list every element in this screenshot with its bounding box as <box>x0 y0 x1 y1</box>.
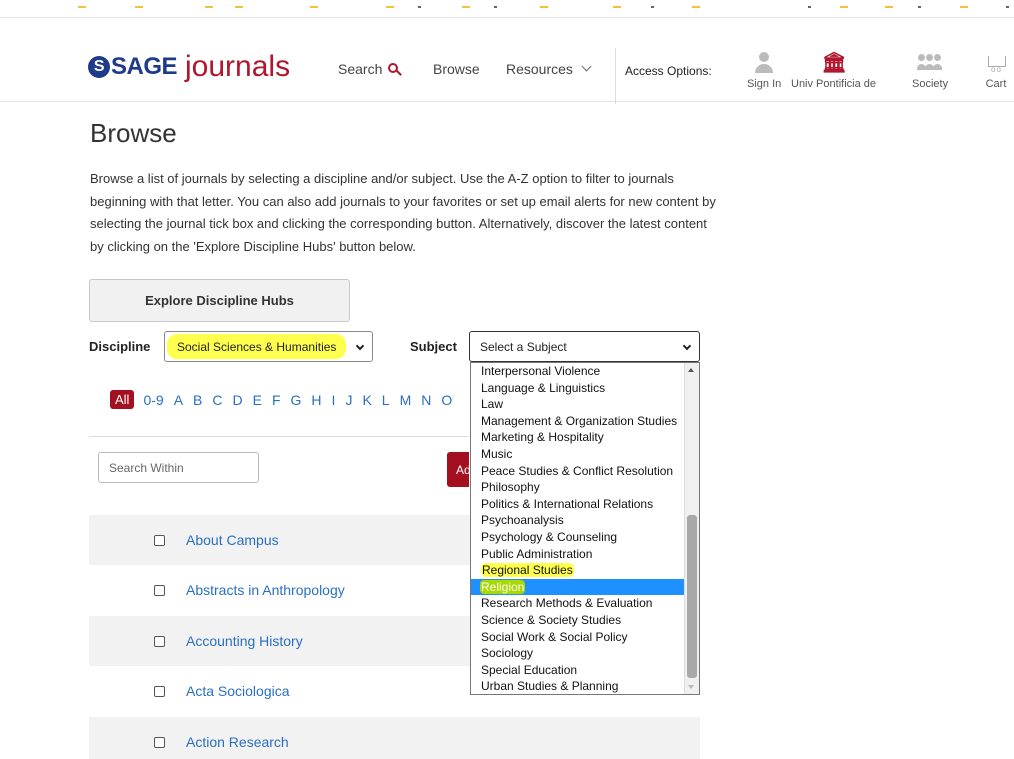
az-letter[interactable]: N <box>421 392 431 408</box>
az-letter[interactable]: B <box>193 392 202 408</box>
nav-search-label: Search <box>338 61 383 77</box>
journal-link[interactable]: Action Research <box>186 734 289 750</box>
journal-row: Action Research <box>89 717 700 759</box>
subject-option[interactable]: Social Work & Social Policy <box>471 629 685 646</box>
az-letter[interactable]: I <box>332 392 336 408</box>
top-progress-strip <box>0 0 1014 18</box>
az-letter[interactable]: K <box>362 392 371 408</box>
society-button[interactable]: Society <box>912 52 948 90</box>
journal-checkbox[interactable] <box>154 584 165 596</box>
sign-in-button[interactable]: Sign In <box>747 52 781 90</box>
dropdown-scrollbar[interactable] <box>684 363 699 694</box>
az-filter: All 0-9 A B C D E F G H I J K L M N O <box>110 390 462 409</box>
subject-option[interactable]: Music <box>471 446 685 463</box>
add-button[interactable]: Ad <box>447 452 469 487</box>
cart-icon <box>985 52 1007 74</box>
scroll-up-arrow-icon[interactable] <box>688 368 694 372</box>
az-letter[interactable]: E <box>253 392 262 408</box>
sign-in-label: Sign In <box>747 78 782 90</box>
logo-sage-text: SAGE <box>111 53 178 80</box>
az-letter[interactable]: A <box>174 392 183 408</box>
institution-label: Univ Pontificia de <box>791 78 876 90</box>
nav-browse-label: Browse <box>433 61 480 77</box>
subject-option[interactable]: Marketing & Hospitality <box>471 429 685 446</box>
scrollbar-thumb[interactable] <box>687 515 697 678</box>
divider <box>89 436 469 437</box>
regional-studies-mark: Regional Studies <box>481 563 574 578</box>
subject-option-regional-studies[interactable]: Regional Studies <box>471 562 685 579</box>
subject-option[interactable]: Psychology & Counseling <box>471 529 685 546</box>
user-icon <box>752 52 776 74</box>
religion-mark: Religion <box>480 579 526 594</box>
chevron-down-icon <box>355 341 365 351</box>
header-divider <box>615 48 616 104</box>
search-icon <box>388 63 399 73</box>
journal-checkbox[interactable] <box>154 635 165 647</box>
access-options-label: Access Options: <box>625 64 712 78</box>
az-letter[interactable]: O <box>441 392 452 408</box>
subject-option[interactable]: Language & Linguistics <box>471 380 685 397</box>
chevron-down-icon <box>682 341 692 351</box>
intro-text: Browse a list of journals by selecting a… <box>90 171 716 254</box>
sage-journals-logo[interactable]: S SAGE journals <box>88 50 290 84</box>
nav-resources-label: Resources <box>506 61 573 77</box>
subject-option[interactable]: Philosophy <box>471 479 685 496</box>
subject-option[interactable]: Interpersonal Violence <box>471 363 685 380</box>
site-header: S SAGE journals Search Browse Resources A… <box>0 18 1014 104</box>
subject-dropdown-list[interactable]: Interpersonal Violence Language & Lingui… <box>470 362 700 695</box>
az-all-button[interactable]: All <box>110 390 135 409</box>
logo-journals-text: journals <box>185 50 291 83</box>
subject-option[interactable]: Law <box>471 396 685 413</box>
az-letter[interactable]: J <box>345 392 352 408</box>
journal-checkbox[interactable] <box>154 736 165 748</box>
subject-option[interactable]: Politics & International Relations <box>471 496 685 513</box>
subject-option[interactable]: Science & Society Studies <box>471 612 685 629</box>
subject-value: Select a Subject <box>480 340 567 354</box>
explore-discipline-hubs-button[interactable]: Explore Discipline Hubs <box>89 279 350 322</box>
journal-link[interactable]: About Campus <box>186 532 279 548</box>
search-within-input[interactable] <box>98 452 259 483</box>
subject-option[interactable]: Psychoanalysis <box>471 512 685 529</box>
discipline-label: Discipline <box>89 339 151 354</box>
subject-label: Subject <box>410 339 457 354</box>
az-letter[interactable]: C <box>212 392 222 408</box>
az-letter[interactable]: H <box>311 392 321 408</box>
journal-checkbox[interactable] <box>154 685 165 697</box>
society-label: Society <box>912 78 949 90</box>
subject-option[interactable]: Urban Studies & Planning <box>471 678 685 694</box>
journal-link[interactable]: Acta Sociologica <box>186 683 290 699</box>
az-letter[interactable]: F <box>272 392 281 408</box>
az-letter[interactable]: M <box>400 392 412 408</box>
nav-browse[interactable]: Browse <box>433 61 480 77</box>
discipline-select[interactable]: Social Sciences & Humanities <box>164 331 373 362</box>
az-letter[interactable]: 0-9 <box>143 392 163 408</box>
institution-icon: 🏛 <box>821 52 847 74</box>
chevron-down-icon <box>581 61 592 71</box>
subject-option[interactable]: Special Education <box>471 662 685 679</box>
subject-option[interactable]: Peace Studies & Conflict Resolution <box>471 463 685 480</box>
subject-option-religion-highlighted[interactable]: Religion <box>471 578 684 596</box>
sage-s-icon: S <box>88 56 110 78</box>
subject-option[interactable]: Public Administration <box>471 546 685 563</box>
journal-link[interactable]: Accounting History <box>186 633 303 649</box>
subject-option[interactable]: Sociology <box>471 645 685 662</box>
subject-select[interactable]: Select a Subject <box>469 331 700 362</box>
cart-label: Cart <box>985 78 1007 90</box>
subject-option[interactable]: Research Methods & Evaluation <box>471 595 685 612</box>
journal-checkbox[interactable] <box>154 534 165 546</box>
subject-option[interactable]: Management & Organization Studies <box>471 413 685 430</box>
page-title: Browse <box>90 118 177 148</box>
az-letter[interactable]: D <box>233 392 243 408</box>
discipline-value: Social Sciences & Humanities <box>177 340 337 354</box>
society-icon <box>915 52 945 74</box>
institution-button[interactable]: 🏛 Univ Pontificia de <box>791 52 876 90</box>
az-letter[interactable]: L <box>382 392 390 408</box>
cart-button[interactable]: Cart <box>985 52 1007 90</box>
scroll-down-arrow-icon[interactable] <box>688 685 694 689</box>
nav-search[interactable]: Search <box>338 61 399 77</box>
nav-resources[interactable]: Resources <box>506 61 592 77</box>
journal-link[interactable]: Abstracts in Anthropology <box>186 582 345 598</box>
az-letter[interactable]: G <box>291 392 302 408</box>
